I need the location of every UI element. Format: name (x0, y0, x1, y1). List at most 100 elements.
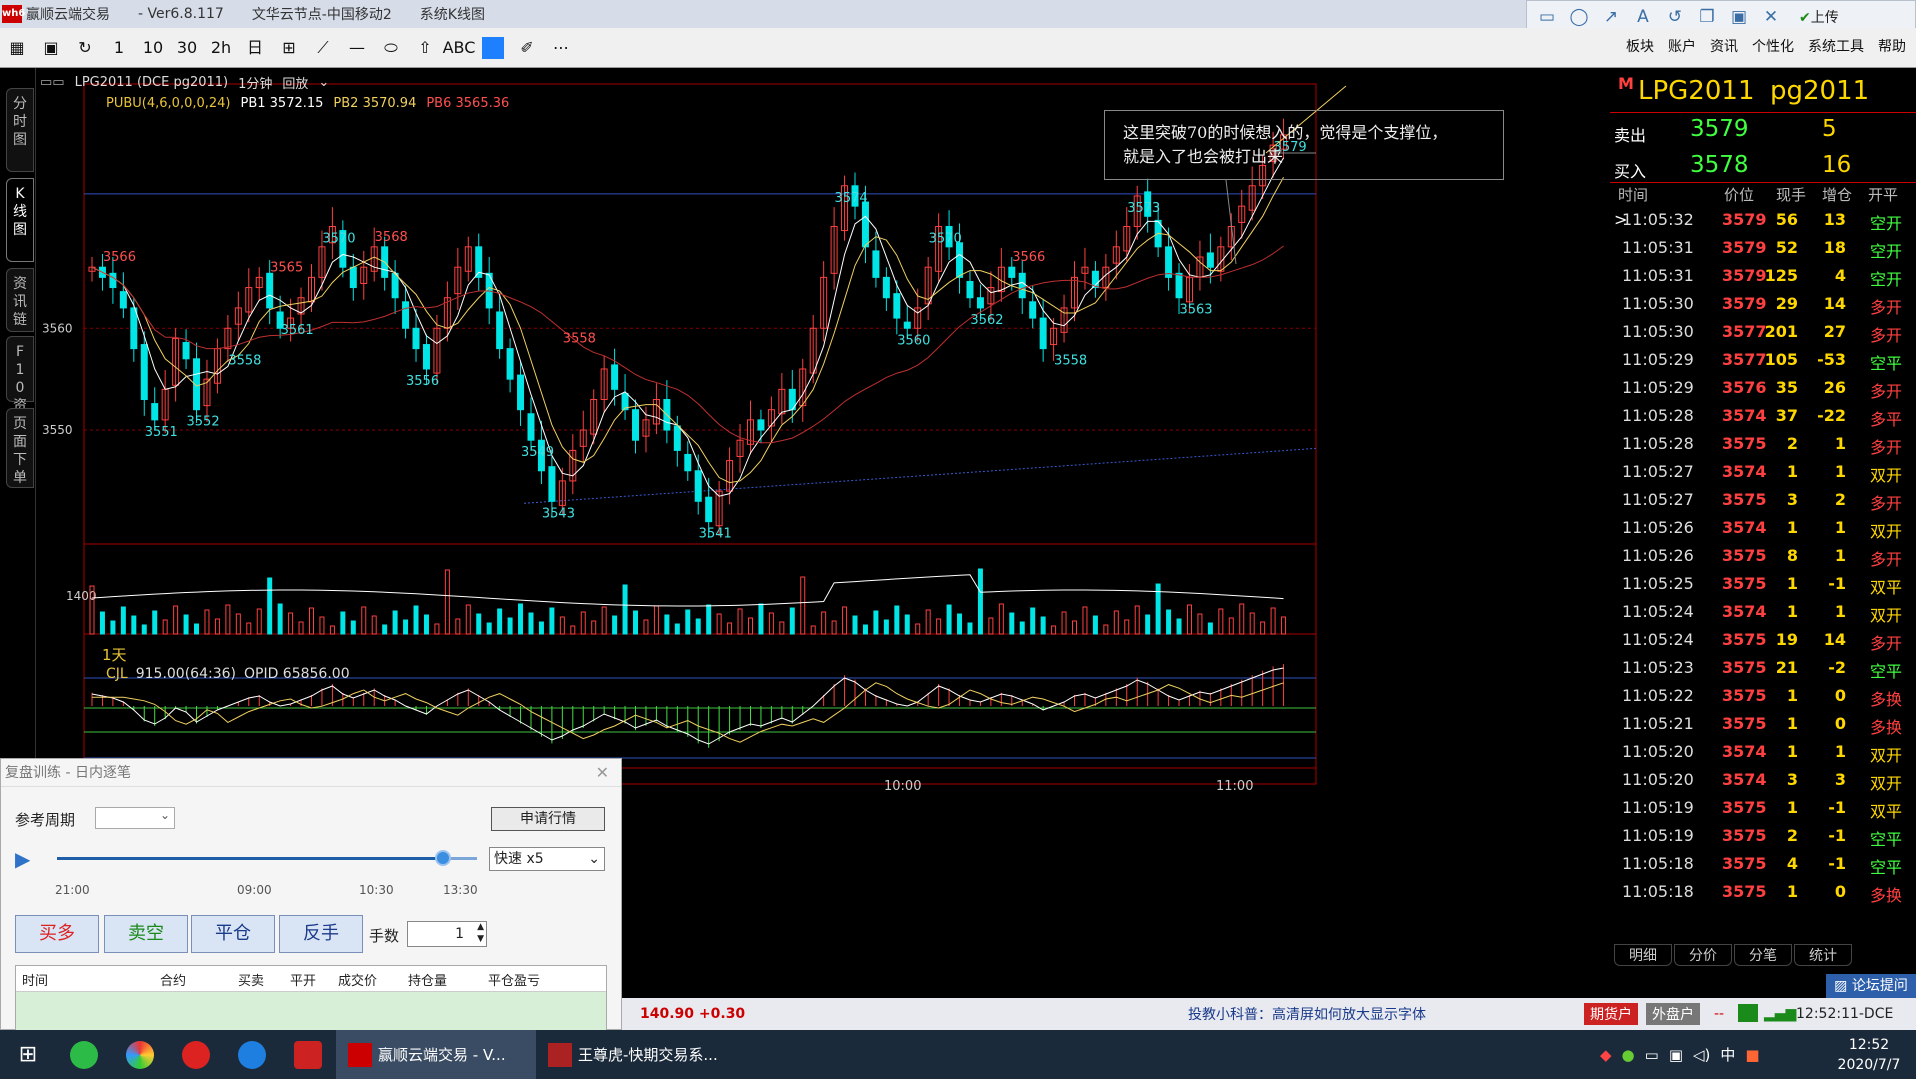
progress-handle[interactable] (435, 850, 452, 866)
menu-item-0[interactable]: 板块 (1626, 36, 1654, 56)
candle[interactable] (182, 342, 190, 360)
candle[interactable] (422, 344, 430, 370)
text-tool-icon[interactable]: ABC (442, 33, 476, 63)
taskbar-app-kuaiqi[interactable]: 王尊虎-快期交易系... (536, 1030, 736, 1079)
candle[interactable] (496, 311, 504, 350)
tray-app-icon[interactable]: ■ (1745, 1046, 1759, 1064)
candle[interactable] (1175, 272, 1183, 299)
progress-track[interactable] (57, 850, 477, 866)
period-10-icon[interactable]: 10 (136, 33, 170, 63)
candle[interactable] (757, 419, 765, 431)
candle[interactable] (109, 272, 117, 289)
chevron-down-icon[interactable]: ⌄ (318, 75, 329, 90)
candle[interactable] (673, 425, 681, 451)
tray-network-icon[interactable]: ▣ (1669, 1046, 1683, 1064)
candle[interactable] (1206, 252, 1214, 268)
chart-period[interactable]: 1分钟 (238, 73, 272, 92)
period-1-icon[interactable]: 1 (102, 33, 136, 63)
menu-item-5[interactable]: 帮助 (1878, 36, 1906, 56)
close-icon[interactable]: ✕ (596, 763, 609, 782)
taskbar-clock[interactable]: 12:52 2020/7/7 (1826, 1035, 1912, 1075)
qty-stepper[interactable]: 1 ▲ ▼ (407, 921, 487, 947)
tray-battery-icon[interactable]: ▭ (1645, 1046, 1659, 1064)
period-day-icon[interactable]: 日 (238, 33, 272, 63)
speed-select[interactable]: 快速 x5 ⌄ (489, 847, 605, 871)
indicator-name[interactable]: PUBU(4,6,0,0,0,24) (106, 96, 231, 111)
candle[interactable] (632, 409, 640, 441)
buy-long-button[interactable]: 买多 (15, 915, 99, 953)
color-icon[interactable] (482, 36, 504, 59)
text-icon[interactable]: A (1633, 7, 1653, 27)
quote-tab-3[interactable]: 统计 (1794, 944, 1852, 966)
candle[interactable] (151, 403, 159, 421)
status-tip[interactable]: 投教小科普：高清屏如何放大显示字体 (1188, 1004, 1426, 1024)
wechat-icon[interactable] (70, 1040, 98, 1069)
candle[interactable] (861, 201, 869, 248)
k-app-icon[interactable] (238, 1040, 266, 1069)
sell-short-button[interactable]: 卖空 (104, 915, 188, 953)
candle[interactable] (966, 280, 974, 299)
candle[interactable] (684, 453, 692, 472)
wenhua-icon[interactable] (182, 1040, 210, 1069)
trendline-icon[interactable]: ⟋ (306, 33, 340, 63)
upload-button[interactable]: ✔上传 (1799, 7, 1839, 27)
quote-tab-0[interactable]: 明细 (1614, 944, 1672, 966)
taskbar-app-yingshun[interactable]: 赢顺云端交易 - V... (336, 1030, 536, 1079)
candle[interactable] (882, 276, 890, 299)
futures-account-button[interactable]: 期货户 (1584, 1003, 1638, 1025)
candle[interactable] (903, 321, 911, 329)
period-select[interactable]: ⌄ (95, 807, 175, 829)
volume-name[interactable]: CJL (106, 666, 128, 682)
save-icon[interactable]: ▣ (34, 33, 68, 63)
menu-item-4[interactable]: 系统工具 (1808, 36, 1864, 56)
candle[interactable] (140, 344, 148, 401)
tray-wenhua-icon[interactable]: ◆ (1600, 1046, 1612, 1064)
period-2h-icon[interactable]: 2h (204, 33, 238, 63)
reverse-button[interactable]: 反手 (279, 915, 363, 953)
windows-start-icon[interactable]: ⊞ (0, 1042, 56, 1067)
chart-mode[interactable]: 回放 (282, 73, 308, 92)
candle[interactable] (1008, 266, 1016, 278)
candle[interactable] (402, 301, 410, 329)
refresh-icon[interactable]: ↻ (68, 33, 102, 63)
candle[interactable] (976, 297, 984, 309)
candle[interactable] (1018, 272, 1026, 299)
candle[interactable] (1165, 246, 1173, 278)
candle[interactable] (391, 272, 399, 299)
copy-icon[interactable]: ❐ (1697, 7, 1717, 27)
candle[interactable] (1029, 301, 1037, 319)
browser-icon[interactable] (126, 1040, 154, 1069)
tray-volume-icon[interactable]: ◁) (1693, 1046, 1710, 1064)
arrow-icon[interactable]: ↗ (1601, 7, 1621, 27)
eraser-icon[interactable]: ✐ (510, 33, 544, 63)
candle[interactable] (872, 250, 880, 278)
candle[interactable] (349, 266, 357, 289)
trading-app-icon[interactable] (294, 1040, 322, 1069)
candle[interactable] (517, 374, 525, 411)
side-tab-0[interactable]: 分时图 (6, 88, 34, 172)
candle[interactable] (119, 291, 127, 309)
candle[interactable] (956, 242, 964, 278)
trend-line[interactable] (523, 447, 1317, 504)
save-icon[interactable]: ▣ (1729, 7, 1749, 27)
more-icon[interactable]: ⋯ (544, 33, 578, 63)
quote-list-icon[interactable]: ▦ (0, 33, 34, 63)
side-tab-2[interactable]: 资讯链 (6, 268, 34, 332)
menu-item-3[interactable]: 个性化 (1752, 36, 1794, 56)
candle[interactable] (506, 348, 514, 380)
candle[interactable] (527, 413, 535, 441)
candle[interactable] (611, 364, 619, 390)
close-position-button[interactable]: 平仓 (191, 915, 275, 953)
menu-item-1[interactable]: 账户 (1668, 36, 1696, 56)
candle[interactable] (1039, 317, 1047, 350)
ime-indicator[interactable]: 中 (1720, 1044, 1735, 1065)
hline-icon[interactable]: — (340, 33, 374, 63)
close-icon[interactable]: ✕ (1761, 7, 1781, 27)
side-tab-4[interactable]: 页面下单 (6, 408, 34, 488)
ellipse-icon[interactable]: ⬭ (374, 33, 408, 63)
request-data-button[interactable]: 申请行情 (491, 807, 605, 831)
stepper-arrows-icon[interactable]: ▲ ▼ (477, 921, 484, 945)
candle[interactable] (694, 470, 702, 502)
play-icon[interactable]: ▶ (15, 847, 30, 871)
side-tab-1[interactable]: K线图 (6, 178, 34, 262)
